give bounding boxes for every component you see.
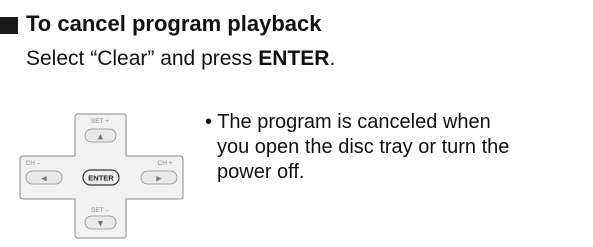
note-block: • The program is canceled when you open … (205, 110, 585, 185)
note-line-3: power off. (217, 161, 305, 183)
section-heading: To cancel program playback (26, 11, 322, 36)
note-line-1: • The program is canceled when (205, 110, 585, 135)
remote-dpad-illustration: SET + ▲ CH – ◀ CH + ▶ ENTER SET – ▼ (19, 113, 184, 239)
ch-plus-label: CH + (158, 160, 173, 167)
note-line-2: you open the disc tray or turn the (217, 136, 510, 158)
note-text-1: The program is canceled when (217, 111, 491, 133)
down-arrow-icon: ▼ (98, 220, 104, 228)
instruction-suffix: . (329, 47, 336, 70)
section-square-bullet (0, 17, 18, 34)
ch-minus-label: CH – (26, 160, 41, 167)
enter-button-label: ENTER (88, 174, 114, 183)
instruction-key: ENTER (258, 47, 330, 70)
set-minus-label: SET – (91, 207, 109, 214)
note-bullet: • (205, 111, 213, 133)
set-plus-label: SET + (91, 118, 109, 125)
instruction-text: Select “Clear” and press ENTER. (26, 45, 335, 73)
right-arrow-icon: ▶ (156, 175, 162, 183)
up-arrow-icon: ▲ (98, 133, 104, 141)
left-arrow-icon: ◀ (41, 175, 47, 183)
instruction-prefix: Select “Clear” and press (26, 47, 259, 70)
